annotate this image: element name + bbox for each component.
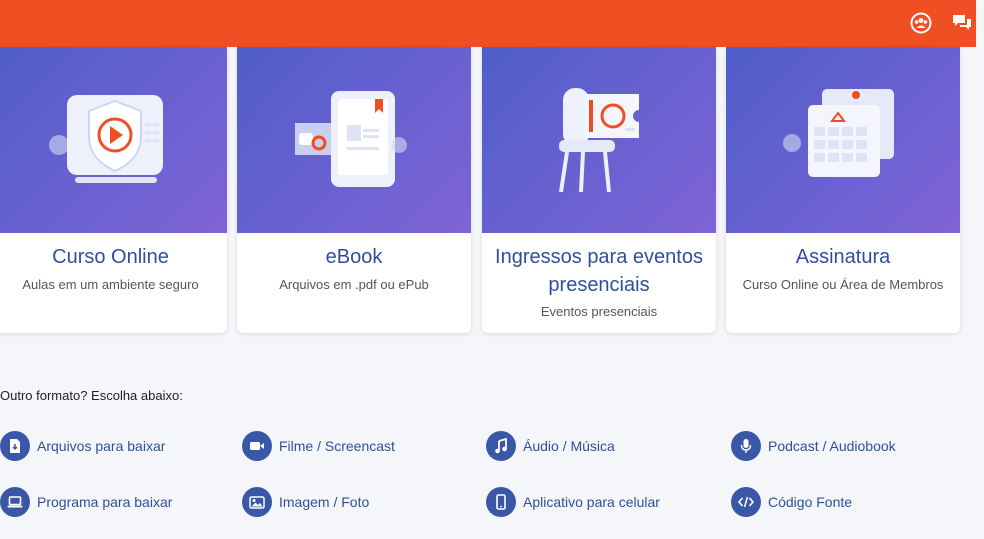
card-subtitle: Aulas em um ambiente seguro — [22, 277, 199, 292]
format-programa-para-baixar[interactable]: Programa para baixar — [0, 486, 172, 518]
format-label: Código Fonte — [768, 494, 853, 510]
format-label: Imagem / Foto — [279, 494, 370, 510]
card-title: presenciais — [548, 274, 650, 296]
card-hero — [726, 47, 960, 233]
card-curso-online[interactable]: Curso Online Aulas em um ambiente seguro — [0, 47, 227, 333]
microphone-icon — [731, 431, 761, 461]
laptop-icon — [0, 487, 30, 517]
format-podcast-audiobook[interactable]: Podcast / Audiobook — [731, 430, 896, 462]
product-type-cards: Curso Online Aulas em um ambiente seguro… — [0, 47, 984, 337]
format-filme-screencast[interactable]: Filme / Screencast — [242, 430, 395, 462]
card-hero — [482, 47, 716, 233]
smartphone-icon — [486, 487, 516, 517]
card-ingressos-eventos[interactable]: Ingressos para eventos presenciais Event… — [482, 47, 716, 333]
format-label: Podcast / Audiobook — [768, 438, 896, 454]
format-label: Arquivos para baixar — [37, 438, 166, 454]
card-subtitle: Curso Online ou Área de Membros — [742, 277, 944, 292]
format-aplicativo-para-celular[interactable]: Aplicativo para celular — [486, 486, 660, 518]
video-course-icon — [48, 95, 163, 183]
format-codigo-fonte[interactable]: Código Fonte — [731, 486, 852, 518]
card-subtitle: Eventos presenciais — [540, 304, 658, 319]
format-label: Áudio / Música — [523, 438, 615, 454]
other-formats-label: Outro formato? Escolha abaixo: — [0, 388, 183, 403]
card-hero — [237, 47, 471, 233]
users-circle-icon[interactable] — [910, 12, 932, 34]
subscription-calendar-icon — [783, 89, 894, 177]
ebook-tablet-icon — [295, 91, 407, 187]
music-note-icon — [486, 431, 516, 461]
format-label: Aplicativo para celular — [523, 494, 660, 510]
format-imagem-foto[interactable]: Imagem / Foto — [242, 486, 369, 518]
card-assinatura[interactable]: Assinatura Curso Online ou Área de Membr… — [726, 47, 960, 333]
format-arquivos-para-baixar[interactable]: Arquivos para baixar — [0, 430, 165, 462]
top-bar — [0, 0, 976, 47]
card-title: Curso Online — [52, 246, 169, 268]
card-hero — [0, 47, 227, 233]
format-label: Programa para baixar — [37, 494, 173, 510]
code-icon — [731, 487, 761, 517]
format-label: Filme / Screencast — [279, 438, 395, 454]
chat-bubbles-icon[interactable] — [951, 12, 973, 34]
file-download-icon — [0, 431, 30, 461]
image-icon — [242, 487, 272, 517]
event-ticket-icon — [559, 88, 639, 193]
card-title: eBook — [325, 246, 383, 268]
card-subtitle: Arquivos em .pdf ou ePub — [279, 277, 429, 292]
card-ebook[interactable]: eBook Arquivos em .pdf ou ePub — [237, 47, 471, 333]
card-title: Ingressos para eventos — [495, 246, 703, 268]
format-audio-musica[interactable]: Áudio / Música — [486, 430, 615, 462]
video-camera-icon — [242, 431, 272, 461]
card-title: Assinatura — [795, 246, 891, 268]
